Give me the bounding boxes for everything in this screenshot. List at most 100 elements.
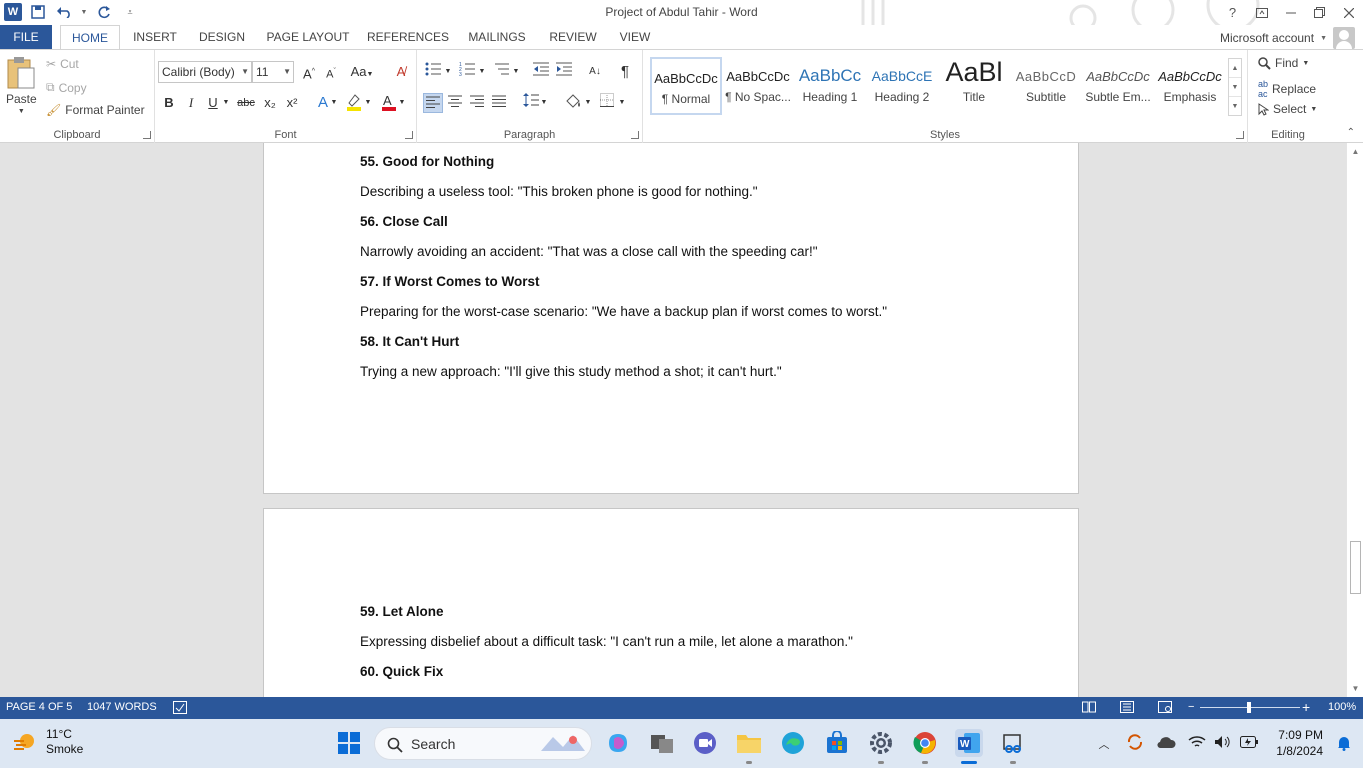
start-icon[interactable] (335, 729, 363, 757)
scroll-thumb[interactable] (1350, 541, 1361, 594)
paragraph-text[interactable]: Expressing disbelief about a difficult t… (360, 634, 853, 649)
tab-view[interactable]: VIEW (614, 25, 656, 50)
tab-references[interactable]: REFERENCES (366, 25, 450, 50)
account-name[interactable]: Microsoft account (1220, 31, 1314, 45)
increase-indent-icon[interactable] (554, 62, 574, 82)
style-emphasis[interactable]: AaBbCcDc Emphasis (1154, 57, 1226, 115)
copy-button[interactable]: ⧉ Copy (46, 80, 87, 95)
show-hidden-icons-icon[interactable]: ︿ (1094, 736, 1114, 752)
align-right-icon[interactable] (467, 93, 487, 113)
multilevel-dropdown-icon[interactable]: ▼ (511, 62, 521, 82)
grow-font-icon[interactable]: A^ (299, 62, 319, 82)
line-spacing-icon[interactable] (521, 93, 541, 113)
shading-icon[interactable] (563, 93, 583, 113)
heading-56[interactable]: 56. Close Call (360, 214, 448, 229)
volume-icon[interactable] (1214, 735, 1232, 752)
read-mode-icon[interactable] (1082, 701, 1096, 716)
format-painter-button[interactable]: 🖌 Format Painter (46, 103, 145, 117)
proofing-icon[interactable] (173, 701, 187, 717)
document-area[interactable]: 55. Good for Nothing Describing a useles… (0, 143, 1346, 697)
numbering-dropdown-icon[interactable]: ▼ (477, 62, 487, 82)
bullets-dropdown-icon[interactable]: ▼ (443, 62, 453, 82)
line-spacing-dropdown-icon[interactable]: ▼ (539, 93, 549, 113)
tab-file[interactable]: FILE (0, 25, 52, 50)
styles-launcher-icon[interactable] (1236, 131, 1244, 139)
paragraph-text[interactable]: Narrowly avoiding an accident: "That was… (360, 244, 818, 259)
numbering-icon[interactable]: 123 (457, 62, 477, 82)
underline-dropdown-icon[interactable]: ▼ (221, 93, 231, 113)
replace-button[interactable]: ab ac Replace (1258, 79, 1316, 99)
style-title[interactable]: AaBl Title (938, 57, 1010, 115)
paste-dropdown-icon[interactable]: ▼ (18, 108, 25, 115)
heading-60[interactable]: 60. Quick Fix (360, 664, 443, 679)
style-no-spacing[interactable]: AaBbCcDc ¶ No Spac... (722, 57, 794, 115)
clipboard-launcher-icon[interactable] (143, 131, 151, 139)
style-subtle-emphasis[interactable]: AaBbCcDc Subtle Em... (1082, 57, 1154, 115)
cut-button[interactable]: ✂ Cut (46, 57, 79, 71)
teams-meet-icon[interactable] (691, 729, 719, 757)
page-count[interactable]: PAGE 4 OF 5 (6, 701, 72, 713)
restore-icon[interactable] (1305, 0, 1334, 25)
bold-button[interactable]: B (159, 93, 179, 113)
account-area[interactable]: Microsoft account ▼ (1220, 27, 1355, 49)
font-color-dropdown-icon[interactable]: ▼ (397, 93, 407, 113)
text-effects-dropdown-icon[interactable]: ▼ (329, 93, 339, 113)
ribbon-display-options-icon[interactable] (1247, 0, 1276, 25)
word-taskbar-icon[interactable]: W (955, 729, 983, 757)
copilot-icon[interactable] (604, 729, 632, 757)
highlight-dropdown-icon[interactable]: ▼ (363, 93, 373, 113)
underline-button[interactable]: U (203, 93, 223, 113)
zoom-level[interactable]: 100% (1328, 701, 1356, 713)
change-case-button[interactable]: Aa▼ (349, 62, 375, 82)
tab-insert[interactable]: INSERT (128, 25, 182, 50)
font-size-combo[interactable]: 11 ▼ (252, 61, 294, 83)
bullets-icon[interactable] (423, 62, 443, 82)
decrease-indent-icon[interactable] (531, 62, 551, 82)
task-view-icon[interactable] (648, 729, 676, 757)
collapse-ribbon-icon[interactable]: ⌃ (1347, 127, 1355, 138)
tab-review[interactable]: REVIEW (544, 25, 602, 50)
style-heading-2[interactable]: AaBbCcE Heading 2 (866, 57, 938, 115)
show-formatting-marks-icon[interactable]: ¶ (615, 62, 635, 82)
battery-icon[interactable] (1240, 736, 1258, 751)
sync-icon[interactable] (1126, 733, 1144, 754)
find-button[interactable]: Find ▼ (1258, 56, 1309, 70)
tab-page-layout[interactable]: PAGE LAYOUT (262, 25, 354, 50)
paragraph-text[interactable]: Preparing for the worst-case scenario: "… (360, 304, 887, 319)
borders-dropdown-icon[interactable]: ▼ (617, 93, 627, 113)
store-icon[interactable] (823, 729, 851, 757)
taskbar-search[interactable]: Search (374, 727, 592, 760)
print-layout-icon[interactable] (1120, 701, 1134, 716)
tab-home[interactable]: HOME (60, 25, 120, 50)
settings-gear-icon[interactable] (867, 729, 895, 757)
file-explorer-icon[interactable] (735, 729, 763, 757)
zoom-slider-thumb[interactable] (1247, 702, 1251, 713)
page[interactable]: 59. Let Alone Expressing disbelief about… (263, 508, 1079, 697)
avatar[interactable] (1333, 27, 1355, 49)
zoom-in-icon[interactable]: + (1302, 699, 1310, 715)
style-subtitle[interactable]: AaBbCcD Subtitle (1010, 57, 1082, 115)
help-button[interactable]: ? (1218, 0, 1247, 25)
strikethrough-button[interactable]: abc (235, 93, 257, 113)
paste-button[interactable]: Paste ▼ (6, 56, 37, 115)
scroll-up-icon[interactable]: ▲ (1347, 143, 1363, 160)
font-launcher-icon[interactable] (405, 131, 413, 139)
close-icon[interactable] (1334, 0, 1363, 25)
subscript-button[interactable]: x₂ (260, 93, 280, 113)
page[interactable]: 55. Good for Nothing Describing a useles… (263, 143, 1079, 494)
paragraph-text[interactable]: Trying a new approach: "I'll give this s… (360, 364, 782, 379)
select-button[interactable]: Select ▼ (1258, 102, 1317, 116)
superscript-button[interactable]: x² (282, 93, 302, 113)
notifications-bell-icon[interactable] (1337, 735, 1351, 754)
gallery-down-icon[interactable]: ▼ (1229, 78, 1241, 97)
wifi-icon[interactable] (1188, 735, 1206, 752)
clear-formatting-icon[interactable]: A̸ (391, 62, 411, 82)
account-dropdown-icon[interactable]: ▼ (1320, 35, 1327, 42)
heading-59[interactable]: 59. Let Alone (360, 604, 444, 619)
font-name-combo[interactable]: Calibri (Body) ▼ (158, 61, 252, 83)
highlight-icon[interactable] (344, 93, 364, 113)
paragraph-text[interactable]: Describing a useless tool: "This broken … (360, 184, 758, 199)
align-left-icon[interactable] (423, 93, 443, 113)
find-dropdown-icon[interactable]: ▼ (1302, 60, 1309, 67)
clock[interactable]: 7:09 PM 1/8/2024 (1276, 727, 1323, 759)
